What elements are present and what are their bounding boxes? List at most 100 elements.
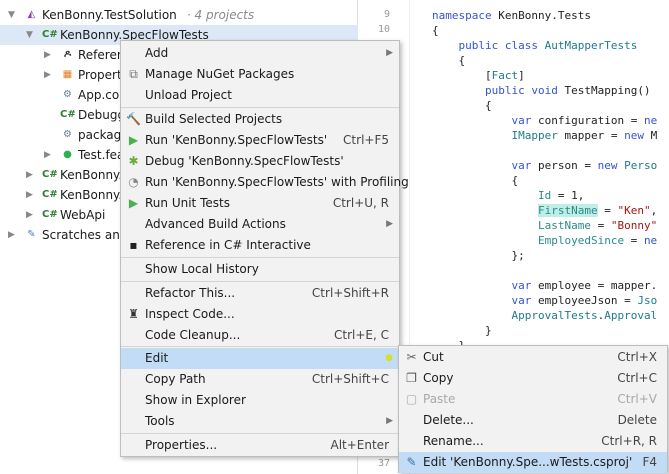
- menu-item-tools[interactable]: Tools ▶: [121, 411, 399, 432]
- menu-item-rename[interactable]: Rename... Ctrl+R, R: [399, 431, 667, 452]
- menu-item-shortcut: Ctrl+X: [617, 350, 657, 364]
- tree-item-label: WebApi: [60, 208, 106, 222]
- menu-item-reference-in-c-interactive[interactable]: ▪ Reference in C# Interactive: [121, 235, 399, 256]
- menu-item-label: Edit 'KenBonny.Spe...wTests.csproj': [423, 455, 633, 469]
- code-line: namespace KenBonny.Tests: [432, 9, 591, 22]
- code-line: var configuration = ne: [511, 114, 658, 127]
- menu-item-properties[interactable]: Properties... Alt+Enter: [121, 435, 399, 456]
- collapsed-arrow-icon[interactable]: ▶: [26, 185, 33, 205]
- menu-item-label: Run Unit Tests: [145, 196, 230, 210]
- code-line: [Fact]: [432, 69, 525, 82]
- code-line: EmployedSince = ne: [537, 234, 658, 247]
- paste-icon: ▢: [405, 392, 418, 406]
- collapsed-arrow-icon[interactable]: ▶: [44, 45, 51, 65]
- menu-separator: [121, 346, 399, 347]
- menu-item-show-local-history[interactable]: Show Local History: [121, 259, 399, 280]
- menu-item-shortcut: Ctrl+C: [617, 371, 657, 385]
- menu-item-debug-kenbonny-specflowtests[interactable]: ✱ Debug 'KenBonny.SpecFlowTests': [121, 151, 399, 172]
- config-file-icon: ⚙: [63, 129, 72, 140]
- inspector-icon: ♜: [128, 307, 139, 321]
- menu-item-delete[interactable]: Delete... Delete: [399, 410, 667, 431]
- menu-item-label: Show in Explorer: [145, 393, 246, 407]
- menu-item-shortcut: Ctrl+Shift+R: [311, 286, 389, 300]
- menu-item-run-unit-tests[interactable]: ▶ Run Unit Tests Ctrl+U, R: [121, 193, 399, 214]
- hammer-icon: 🔨: [126, 112, 141, 126]
- menu-item-unload-project[interactable]: Unload Project: [121, 85, 399, 106]
- expanded-arrow-icon[interactable]: ▼: [26, 25, 33, 45]
- menu-item-run-kenbonny-specflowtests[interactable]: ▶ Run 'KenBonny.SpecFlowTests' Ctrl+F5: [121, 130, 399, 151]
- menu-item-label: Unload Project: [145, 88, 232, 102]
- menu-item-shortcut: Ctrl+F5: [343, 133, 389, 147]
- code-line: {: [432, 99, 492, 112]
- menu-item-refactor-this[interactable]: Refactor This... Ctrl+Shift+R: [121, 283, 399, 304]
- menu-item-label: Rename...: [423, 434, 484, 448]
- menu-item-run-kenbonny-specflowtests-with-profiling[interactable]: ◔ Run 'KenBonny.SpecFlowTests' with Profi…: [121, 172, 409, 193]
- csharp-file-icon: C#: [60, 109, 76, 120]
- menu-item-copy-path[interactable]: Copy Path Ctrl+Shift+C: [121, 369, 399, 390]
- submenu-dot-icon: ●: [385, 353, 393, 363]
- line-number: 37: [377, 458, 390, 469]
- menu-item-label: Code Cleanup...: [145, 328, 241, 342]
- code-line: ApprovalTests.Approval: [511, 309, 658, 322]
- menu-item-label: Delete...: [423, 413, 474, 427]
- menu-item-show-in-explorer[interactable]: Show in Explorer: [121, 390, 399, 411]
- menu-item-shortcut: Ctrl+U, R: [332, 196, 389, 210]
- menu-item-advanced-build-actions[interactable]: Advanced Build Actions ▶: [121, 214, 399, 235]
- csharp-project-icon: C#: [42, 169, 58, 180]
- scissors-icon: ✂: [406, 350, 417, 364]
- scratches-icon: ✎: [27, 229, 36, 240]
- collapsed-arrow-icon[interactable]: ▶: [26, 205, 33, 225]
- menu-item-label: Run 'KenBonny.SpecFlowTests' with Profil…: [145, 175, 409, 189]
- menu-item-label: Advanced Build Actions: [145, 217, 286, 231]
- menu-item-paste[interactable]: ▢ Paste Ctrl+V: [399, 389, 667, 410]
- csharp-project-icon: C#: [42, 29, 58, 40]
- menu-item-label: Build Selected Projects: [145, 112, 283, 126]
- collapsed-arrow-icon[interactable]: ▶: [8, 225, 15, 245]
- run-icon: ▶: [128, 133, 139, 147]
- line-number: 10: [377, 24, 390, 35]
- menu-item-label: Inspect Code...: [145, 307, 235, 321]
- menu-separator: [121, 433, 399, 434]
- properties-folder-icon: ▦: [62, 69, 73, 80]
- menu-item-label: Copy Path: [145, 372, 206, 386]
- menu-item-build-selected-projects[interactable]: 🔨 Build Selected Projects: [121, 109, 399, 130]
- profiler-icon: ◔: [128, 175, 139, 189]
- menu-item-label: Copy: [423, 371, 454, 385]
- collapsed-arrow-icon[interactable]: ▶: [44, 145, 51, 165]
- tree-item[interactable]: ▼ ◭ KenBonny.TestSolution · 4 projects: [0, 5, 358, 25]
- menu-item-inspect-code[interactable]: ♜ Inspect Code...: [121, 304, 399, 325]
- code-line: Id = 1,: [537, 189, 585, 202]
- code-line: };: [432, 249, 525, 262]
- menu-item-add[interactable]: Add ▶: [121, 43, 399, 64]
- submenu-arrow-icon: ▶: [386, 48, 393, 58]
- menu-item-shortcut: Ctrl+Shift+C: [311, 372, 389, 386]
- menu-item-label: Edit: [145, 351, 169, 365]
- code-line: var employeeJson = Jso: [511, 294, 658, 307]
- menu-item-label: Run 'KenBonny.SpecFlowTests': [145, 133, 328, 147]
- menu-item-label: Cut: [423, 350, 444, 364]
- menu-item-label: Properties...: [145, 438, 218, 452]
- menu-item-shortcut: Ctrl+V: [617, 392, 657, 406]
- menu-item-label: Paste: [423, 392, 456, 406]
- edit-submenu: ✂ Cut Ctrl+X ❐ Copy Ctrl+C ▢ Paste Ctrl+V Delete.…: [398, 345, 668, 473]
- menu-separator: [121, 281, 399, 282]
- code-line: FirstName = "Ken",: [537, 204, 658, 217]
- code-line: {: [432, 24, 439, 37]
- menu-item-label: Reference in C# Interactive: [145, 238, 311, 252]
- menu-item-manage-nuget-packages[interactable]: ⧉ Manage NuGet Packages: [121, 64, 399, 85]
- code-line: {: [432, 54, 466, 67]
- menu-item-code-cleanup[interactable]: Code Cleanup... Ctrl+E, C: [121, 325, 399, 346]
- collapsed-arrow-icon[interactable]: ▶: [44, 65, 51, 85]
- collapsed-arrow-icon[interactable]: ▶: [26, 165, 33, 185]
- nuget-icon: ⧉: [129, 67, 138, 81]
- solution-icon: ◭: [27, 9, 36, 20]
- menu-item-cut[interactable]: ✂ Cut Ctrl+X: [399, 347, 667, 368]
- code-line: public void TestMapping(): [484, 84, 651, 97]
- submenu-arrow-icon: ▶: [386, 416, 393, 426]
- menu-item-copy[interactable]: ❐ Copy Ctrl+C: [399, 368, 667, 389]
- menu-item-label: Show Local History: [145, 262, 259, 276]
- tree-item-label: KenBonny.TestSolution: [42, 8, 177, 22]
- expanded-arrow-icon[interactable]: ▼: [8, 5, 15, 25]
- menu-item-edit-kenbonny-spe-wtests-csproj[interactable]: ✎ Edit 'KenBonny.Spe...wTests.csproj' F4: [399, 452, 667, 473]
- menu-item-edit[interactable]: Edit ●: [121, 348, 399, 369]
